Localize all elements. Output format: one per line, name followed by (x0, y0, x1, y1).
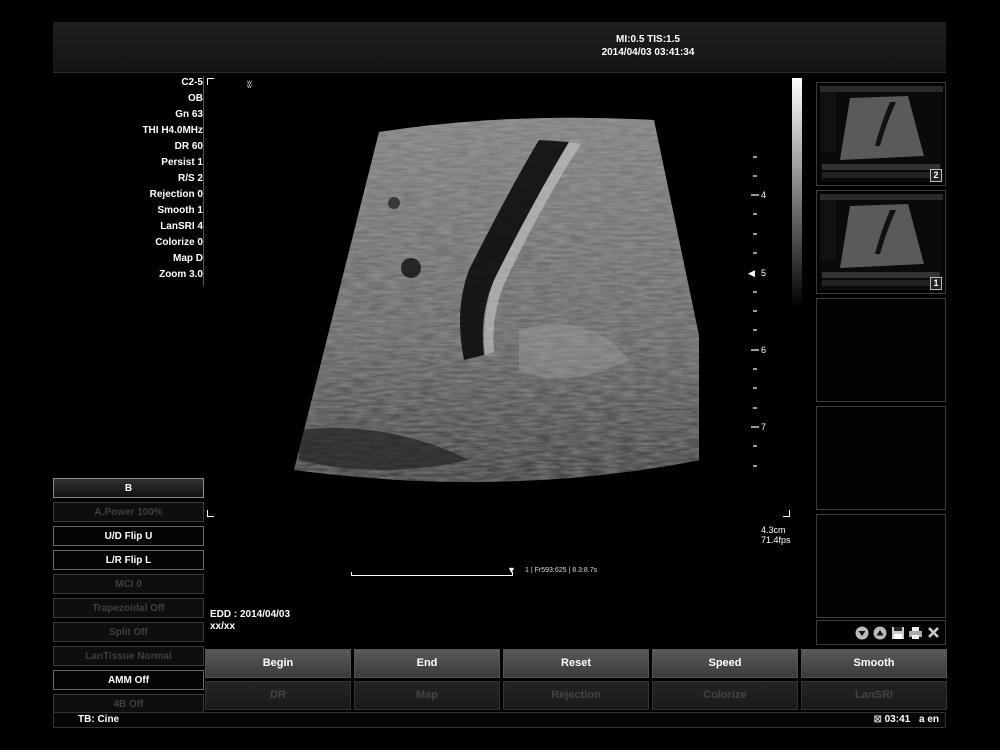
thumbnail-image (820, 86, 943, 182)
status-clock: ⊠ 03:41 a en (873, 713, 939, 727)
thumbnail-toolbar (816, 620, 946, 645)
ruler-label-5: 5 (761, 268, 766, 278)
ruler-label-4: 4 (761, 190, 766, 200)
network-icon: ⊠ (873, 714, 882, 725)
cine-frame-info: 1 | Fr593:625 | 8.3:8.7s (525, 567, 598, 574)
menu-item-amm[interactable]: AMM Off (53, 670, 204, 690)
ultrasound-app: MI:0.5 TIS:1.5 2014/04/03 03:41:34 C2-5 … (31, 0, 969, 750)
softkey-row-1: Begin End Reset Speed Smooth (205, 649, 947, 678)
edd-annotation: EDD : 2014/04/03 xx/xx (210, 609, 290, 633)
image-corner-bottom-right (783, 510, 790, 517)
menu-item-ud-flip[interactable]: U/D Flip U (53, 526, 204, 546)
menu-item-lantissue[interactable]: LanTissue Normal (53, 646, 204, 666)
param-divider (203, 76, 204, 286)
param-colorize: Colorize 0 (155, 237, 203, 248)
mi-tis-readout: MI:0.5 TIS:1.5 (616, 34, 680, 45)
ruler-label-7: 7 (761, 422, 766, 432)
delete-icon[interactable] (926, 625, 941, 640)
header-info: MI:0.5 TIS:1.5 2014/04/03 03:41:34 (573, 33, 723, 59)
thumbnail-slot[interactable]: 2 (816, 82, 946, 186)
status-bar: TB: Cine ⊠ 03:41 a en (53, 712, 946, 728)
colorize-button[interactable]: Colorize (652, 681, 798, 710)
param-rs: R/S 2 (177, 173, 203, 184)
clock-time: 03:41 (884, 714, 911, 725)
depth-readout: 4.3cm (761, 525, 786, 535)
param-persist: Persist 1 (161, 157, 203, 168)
menu-item-acoustic-power[interactable]: A.Power 100% (53, 502, 204, 522)
menu-item-b-mode[interactable]: B (53, 478, 204, 498)
scale-info: 4.3cm 71.4fps (761, 525, 791, 545)
dr-button[interactable]: DR (205, 681, 351, 710)
thumbnail-image (820, 194, 943, 290)
depth-ruler: 4 ◀ 5 6 7 (748, 156, 766, 467)
thumbnail-slot[interactable]: 1 (816, 190, 946, 294)
param-dr: DR 60 (174, 141, 203, 152)
param-exam: OB (188, 93, 203, 104)
thumbnail-number: 2 (930, 169, 942, 182)
param-thi: THI H4.0MHz (142, 125, 203, 136)
cine-marker-icon[interactable]: ▼ (507, 565, 516, 575)
map-button[interactable]: Map (354, 681, 500, 710)
image-corner-top-left (207, 78, 214, 85)
imaging-parameters: C2-5 OB Gn 63 THI H4.0MHz DR 60 Persist … (53, 75, 203, 283)
thumbnail-slot-empty[interactable] (816, 298, 946, 402)
param-gain: Gn 63 (175, 109, 203, 120)
softkey-row-2: DR Map Rejection Colorize LanSRI (205, 681, 947, 710)
param-rejection: Rejection 0 (149, 189, 203, 200)
down-arrow-icon[interactable] (854, 625, 869, 640)
frame-rate-readout: 71.4fps (761, 535, 791, 545)
menu-item-4b[interactable]: 4B Off (53, 694, 204, 714)
param-probe: C2-5 (181, 77, 203, 88)
param-lansri: LanSRI 4 (160, 221, 203, 232)
param-smooth: Smooth 1 (157, 205, 203, 216)
thumbnail-slot-empty[interactable] (816, 514, 946, 618)
end-button[interactable]: End (354, 649, 500, 678)
menu-item-split[interactable]: Split Off (53, 622, 204, 642)
trackball-mode: TB: Cine (78, 714, 120, 725)
rejection-button[interactable]: Rejection (503, 681, 649, 710)
probe-orientation-mark: ʬ (247, 80, 252, 91)
menu-item-lr-flip[interactable]: L/R Flip L (53, 550, 204, 570)
cine-timeline[interactable] (351, 572, 513, 576)
input-language: a en (918, 714, 939, 725)
edd-date: EDD : 2014/04/03 (210, 609, 291, 620)
focus-marker-icon: ◀ (748, 269, 755, 279)
menu-item-trapezoidal[interactable]: Trapezoidal Off (53, 598, 204, 618)
print-icon[interactable] (908, 625, 923, 640)
smooth-button[interactable]: Smooth (801, 649, 947, 678)
image-corner-bottom-left (207, 510, 214, 517)
param-map: Map D (173, 253, 203, 264)
save-icon[interactable] (890, 625, 905, 640)
thumbnail-number: 1 (930, 277, 942, 290)
datetime-readout: 2014/04/03 03:41:34 (601, 47, 695, 58)
ruler-label-6: 6 (761, 345, 766, 355)
menu-item-mci[interactable]: MCI 0 (53, 574, 204, 594)
speed-button[interactable]: Speed (652, 649, 798, 678)
begin-button[interactable]: Begin (205, 649, 351, 678)
ultrasound-image[interactable] (269, 100, 699, 495)
header-bar: MI:0.5 TIS:1.5 2014/04/03 03:41:34 (53, 22, 946, 73)
left-menu: B A.Power 100% U/D Flip U L/R Flip L MCI… (53, 478, 204, 718)
reset-button[interactable]: Reset (503, 649, 649, 678)
up-arrow-icon[interactable] (872, 625, 887, 640)
thumbnail-slot-empty[interactable] (816, 406, 946, 510)
edd-sub: xx/xx (210, 621, 236, 632)
param-zoom: Zoom 3.0 (159, 269, 203, 280)
lansri-button[interactable]: LanSRI (801, 681, 947, 710)
thumbnail-panel: 2 1 (816, 82, 946, 622)
